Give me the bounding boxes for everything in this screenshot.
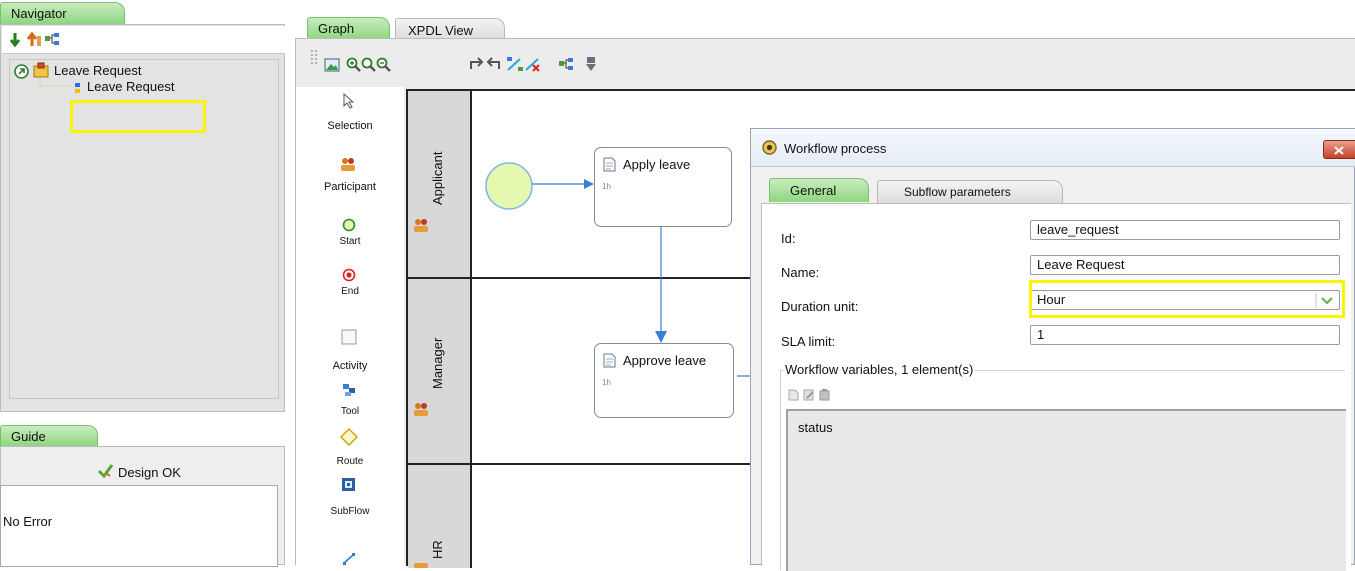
navigator-toolbar	[2, 26, 285, 54]
activity-apply-leave[interactable]: Apply leave 1h	[594, 147, 732, 227]
palette-end[interactable]: End	[296, 286, 404, 297]
edit-variable-icon[interactable]	[803, 389, 815, 401]
app-icon	[762, 140, 777, 155]
tree-child-label[interactable]: Leave Request	[87, 79, 174, 94]
subflow-icon[interactable]	[341, 477, 356, 492]
zoom-out-icon[interactable]	[376, 57, 391, 72]
add-transition-icon[interactable]	[506, 56, 524, 72]
navigator-panel: Leave Request Leave Request	[0, 24, 285, 412]
zoom-actual-icon[interactable]	[361, 57, 376, 72]
participant-icon[interactable]	[340, 156, 356, 172]
tree-connector	[39, 78, 72, 87]
end-icon[interactable]	[342, 268, 356, 282]
dialog-title: Workflow process	[784, 141, 887, 156]
design-status: Design OK	[118, 465, 181, 480]
document-icon	[603, 353, 616, 368]
activity-title: Approve leave	[623, 353, 707, 368]
duration-unit-label: Duration unit:	[781, 299, 859, 314]
variables-group: Workflow variables, 1 element(s) status	[780, 362, 1346, 571]
general-tab-body: Id: leave_request Name: Leave Request Du…	[761, 203, 1351, 571]
id-label: Id:	[781, 231, 796, 246]
activity-duration: 1h	[602, 378, 611, 387]
check-icon	[97, 464, 114, 478]
workflow-process-dialog: Workflow process General Subflow paramet…	[750, 128, 1355, 571]
palette-route[interactable]: Route	[296, 456, 404, 467]
guide-message: No Error	[3, 514, 53, 529]
name-input[interactable]: Leave Request	[1030, 255, 1340, 275]
highlight-tree-item	[70, 100, 206, 133]
dialog-titlebar[interactable]: Workflow process	[751, 129, 1355, 167]
close-button[interactable]	[1323, 140, 1355, 159]
guide-message-box: No Error	[0, 485, 278, 567]
palette-activity[interactable]: Activity	[296, 360, 404, 372]
tool-icon[interactable]	[342, 383, 356, 397]
delete-variable-icon[interactable]	[819, 389, 830, 401]
tree-structure-icon[interactable]	[44, 32, 60, 47]
id-input[interactable]: leave_request	[1030, 220, 1340, 240]
sla-limit-label: SLA limit:	[781, 334, 836, 349]
palette-participant[interactable]: Participant	[296, 181, 404, 193]
activity-icon[interactable]	[341, 329, 357, 345]
close-icon	[1334, 146, 1344, 155]
layout-tree-icon[interactable]	[558, 57, 574, 71]
palette-tool[interactable]: Tool	[296, 406, 404, 417]
palette-subflow[interactable]: SubFlow	[296, 506, 404, 517]
participant-icon	[414, 563, 428, 568]
tab-general[interactable]: General	[769, 178, 869, 202]
new-variable-icon[interactable]	[788, 389, 799, 401]
graph-toolbar	[296, 39, 1355, 87]
tab-xpdl-view[interactable]: XPDL View	[395, 18, 505, 39]
route-icon[interactable]	[340, 428, 358, 446]
palette-start[interactable]: Start	[296, 236, 404, 247]
sla-limit-input[interactable]: 1	[1030, 325, 1340, 345]
tree-root-label[interactable]: Leave Request	[54, 63, 141, 78]
variables-list[interactable]: status	[786, 409, 1346, 571]
toolbar-grip[interactable]	[310, 49, 320, 85]
tab-subflow-parameters[interactable]: Subflow parameters	[877, 180, 1063, 203]
guide-panel: Design OK No Error	[0, 446, 285, 567]
process-icon	[75, 83, 80, 93]
activity-duration: 1h	[602, 182, 611, 191]
activity-approve-leave[interactable]: Approve leave 1h	[594, 343, 734, 418]
remove-transition-icon[interactable]	[524, 56, 542, 72]
tab-navigator[interactable]: Navigator	[0, 2, 125, 24]
palette-selection[interactable]: Selection	[296, 120, 404, 132]
element-palette: Selection Participant Start End Activity…	[296, 87, 404, 566]
name-label: Name:	[781, 265, 820, 280]
transition-icon[interactable]	[342, 553, 356, 565]
activity-title: Apply leave	[623, 157, 691, 172]
lane-label: HR	[430, 540, 445, 559]
move-down-icon[interactable]	[584, 56, 598, 72]
zoom-in-icon[interactable]	[346, 57, 361, 72]
variables-legend: Workflow variables, 1 element(s)	[783, 362, 976, 377]
expand-down-icon[interactable]	[8, 32, 22, 48]
collapse-up-icon[interactable]	[26, 31, 42, 48]
start-icon[interactable]	[342, 218, 356, 232]
redo-icon[interactable]	[484, 57, 502, 72]
variable-item[interactable]: status	[798, 420, 833, 435]
image-export-icon[interactable]	[324, 58, 340, 72]
highlight-duration-unit	[1029, 280, 1345, 318]
tab-guide[interactable]: Guide	[0, 425, 98, 446]
selection-arrow-icon[interactable]	[342, 93, 354, 109]
package-toggle-icon[interactable]	[14, 64, 29, 79]
package-icon	[33, 62, 49, 78]
lane-hr[interactable]: HR	[408, 465, 472, 568]
tab-graph[interactable]: Graph	[307, 17, 390, 39]
document-icon	[603, 157, 616, 172]
